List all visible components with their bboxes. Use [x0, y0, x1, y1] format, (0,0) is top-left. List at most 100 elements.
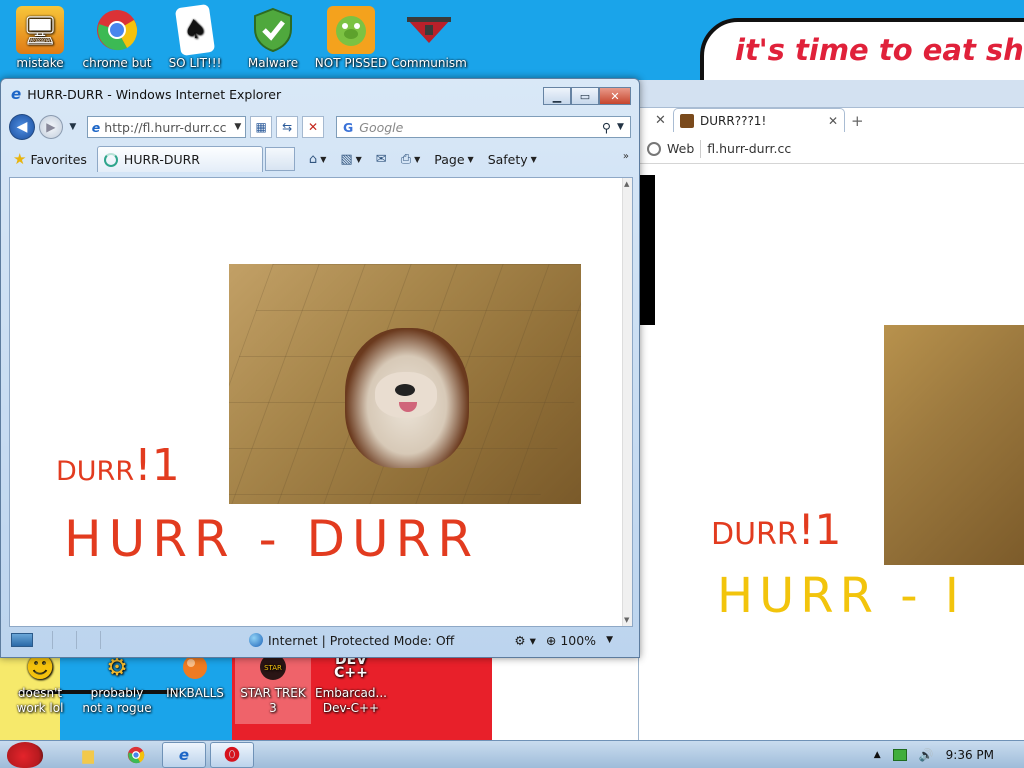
ie-page-viewport[interactable]: DURR!1 HURR - DURR ▲ ▼ [9, 177, 633, 627]
omnibox-divider [700, 139, 702, 158]
taskbar: ▆ e ⓿ ▲ 🔊 9:36 PM [0, 740, 1024, 768]
forward-button[interactable]: ▶ [38, 115, 63, 139]
zoom-control[interactable]: ⊕ 100% [546, 633, 596, 648]
home-button[interactable]: ⌂ ▼ [309, 152, 326, 167]
protected-mode-button[interactable]: ⚙ ▾ [514, 633, 535, 648]
chevron-down-icon[interactable]: ▼ [617, 122, 624, 132]
zoom-level: 100% [560, 632, 597, 648]
close-button[interactable]: ✕ [599, 87, 631, 105]
taskbar-chrome[interactable] [114, 742, 158, 768]
desktop-icon-label: STAR TREK 3 [240, 686, 306, 715]
durr-heading: DURR!1 [56, 440, 180, 491]
security-zone-label: Internet | Protected Mode: Off [268, 632, 455, 648]
google-icon: G [343, 119, 354, 135]
chrome-omnibox[interactable]: Web fl.hurr-durr.cc [639, 134, 1024, 164]
desktop-icon-chrome-but[interactable]: chrome but [79, 6, 155, 71]
desktop-icon-label: INKBALLS [166, 686, 224, 700]
safety-menu[interactable]: Safety ▼ [488, 152, 537, 167]
window-controls: ▁ ▭ ✕ [543, 87, 631, 105]
dog-nose [395, 384, 415, 396]
desktop-icon-so-lit[interactable]: ♠ SO LIT!!! [157, 3, 233, 71]
new-tab-icon[interactable]: + [851, 112, 864, 130]
more-commands-icon[interactable]: » [623, 151, 629, 162]
favorites-button[interactable]: ★ Favorites [9, 147, 95, 171]
taskbar-opera[interactable]: ⓿ [210, 741, 254, 768]
desktop-icon-doesnt-work[interactable]: ☻ doesn't work lol [2, 650, 78, 716]
desktop-icon-label: mistake [16, 56, 64, 70]
chrome-icon [127, 746, 145, 763]
mail-button[interactable]: ✉ [376, 152, 387, 167]
feeds-button[interactable]: ▧ ▼ [340, 152, 361, 167]
new-tab-button[interactable] [264, 147, 295, 171]
security-zone[interactable]: Internet | Protected Mode: Off [249, 633, 454, 648]
desktop-icon-label: doesn't work lol [16, 686, 64, 715]
shield-check-icon [249, 6, 297, 54]
omnibox-url: fl.hurr-durr.cc [707, 141, 792, 156]
start-button[interactable] [0, 741, 50, 768]
ie-window[interactable]: e HURR-DURR - Windows Internet Explorer … [0, 78, 640, 658]
minimize-button[interactable]: ▁ [543, 87, 571, 105]
refresh-button[interactable]: ⇆ [276, 116, 299, 138]
command-buttons: ⌂ ▼ ▧ ▼ ✉ ⎙ ▼ Page ▼ Safety ▼ [309, 152, 537, 167]
angry-bird-icon [7, 741, 43, 768]
vertical-scrollbar[interactable]: ▲ ▼ [622, 178, 632, 626]
taskbar-explorer[interactable]: ▆ [66, 742, 110, 768]
ie-command-bar: ★ Favorites HURR-DURR ⌂ ▼ ▧ ▼ ✉ ⎙ ▼ Page ▼ S… [9, 145, 631, 173]
desktop-icon-devcpp[interactable]: DEV C++ Embarcad... Dev-C++ [313, 650, 389, 716]
search-icon[interactable]: ⚲ [602, 120, 611, 135]
scroll-up-icon[interactable]: ▲ [624, 180, 629, 188]
desktop-icon-label: Embarcad... Dev-C++ [315, 686, 387, 715]
desktop-icon-mistake[interactable]: 🖥 mistake [2, 6, 78, 71]
recent-pages-dropdown[interactable]: ▼ [67, 122, 79, 132]
network-icon[interactable] [892, 748, 907, 761]
ie-tab[interactable]: HURR-DURR [96, 146, 263, 172]
back-button[interactable]: ◀ [9, 114, 35, 140]
star-icon: ★ [13, 150, 27, 168]
desktop-icon-communism[interactable]: Communism [391, 6, 467, 71]
ie-status-bar: Internet | Protected Mode: Off ⚙ ▾ ⊕ 100… [9, 629, 633, 651]
chrome-tab-title: DURR???1! [700, 113, 767, 128]
search-box[interactable]: G Google ⚲ ▼ [336, 116, 631, 138]
chevron-down-icon[interactable]: ▼ [606, 635, 613, 645]
chrome-window[interactable]: ✕ DURR???1! ✕ + Web fl.hurr-durr.cc DURR… [638, 80, 1024, 740]
chrome-tab-strip [639, 80, 1024, 108]
omnibox-scheme-label: Web [667, 141, 695, 156]
scroll-down-icon[interactable]: ▼ [624, 616, 629, 624]
clock[interactable]: 9:36 PM [946, 748, 994, 762]
status-divider [33, 631, 53, 649]
maximize-button[interactable]: ▭ [571, 87, 599, 105]
chevron-down-icon[interactable]: ▼ [234, 122, 241, 132]
chevron-down-icon: ▼ [355, 154, 362, 164]
desktop-icon-star-trek-3[interactable]: STAR STAR TREK 3 [235, 650, 311, 724]
monitor-tools-icon: 🖥 [16, 6, 64, 54]
green-pig-icon [327, 6, 375, 54]
volume-icon[interactable]: 🔊 [919, 748, 934, 762]
compatibility-view-button[interactable]: ▦ [250, 116, 273, 138]
address-bar[interactable]: e http://fl.hurr-durr.cc ▼ [86, 116, 247, 138]
close-icon[interactable]: ✕ [655, 113, 666, 128]
close-icon[interactable]: ✕ [828, 114, 838, 128]
durr-exclaim: !1 [797, 505, 842, 554]
mail-icon: ✉ [375, 151, 387, 167]
show-hidden-icons-icon[interactable]: ▲ [874, 750, 881, 760]
opera-icon: ⓿ [224, 746, 240, 764]
stop-button[interactable]: ✕ [302, 116, 324, 138]
desktop-icon-label: NOT PISSED [314, 56, 388, 70]
desktop-icon-malware[interactable]: Malware [235, 6, 311, 71]
desktop-icon-label: chrome but [82, 56, 152, 70]
desktop-icon-not-pissed[interactable]: NOT PISSED [313, 6, 389, 71]
printer-icon: ⎙ [400, 151, 412, 167]
page-menu[interactable]: Page ▼ [434, 152, 473, 167]
address-url: http://fl.hurr-durr.cc [104, 119, 227, 135]
status-page-icon [11, 633, 33, 647]
print-button[interactable]: ⎙ ▼ [401, 152, 421, 167]
chrome-tab[interactable]: DURR???1! ✕ [673, 108, 845, 132]
chrome-icon [93, 6, 141, 54]
durr-text: DURR [711, 517, 798, 552]
desktop-icon-probably-not-a-rogue[interactable]: ⚙ probably not a rogue [79, 650, 155, 716]
emblem-icon [405, 6, 453, 54]
favorites-label: Favorites [30, 151, 87, 167]
ie-icon: e [178, 745, 190, 764]
taskbar-ie[interactable]: e [162, 741, 206, 768]
chevron-down-icon: ▼ [414, 154, 421, 164]
